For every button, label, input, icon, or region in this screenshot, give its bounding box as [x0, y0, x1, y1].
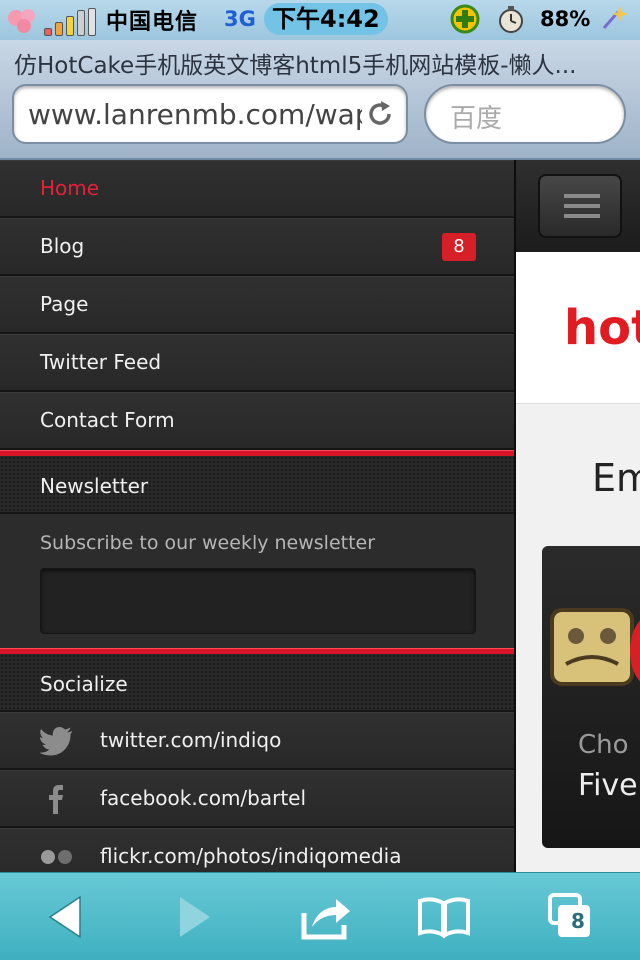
- menu-toggle-button[interactable]: [538, 174, 622, 238]
- app-plus-icon: [450, 4, 480, 34]
- network-type: 3G: [224, 7, 256, 31]
- site-logo[interactable]: hot: [564, 300, 640, 356]
- page-title: 仿HotCake手机版英文博客html5手机网站模板-懒人...: [14, 53, 577, 79]
- nav-item-label: Blog: [40, 234, 85, 258]
- nav-item-twitter-feed[interactable]: Twitter Feed: [0, 334, 514, 392]
- forward-arrow-icon[interactable]: [160, 891, 224, 943]
- browser-toolbar: 8: [0, 872, 640, 960]
- nav-item-blog[interactable]: Blog 8: [0, 218, 514, 276]
- nav-item-label: Contact Form: [40, 408, 175, 432]
- clock: 下午4:42: [264, 3, 388, 35]
- promo-banner[interactable]: Cho Five: [542, 546, 640, 848]
- search-field[interactable]: 百度: [424, 84, 626, 144]
- menu-icon: [564, 194, 600, 198]
- newsletter-description: Subscribe to our weekly newsletter: [40, 532, 376, 554]
- section-title: Socialize: [40, 672, 128, 696]
- tabs-button[interactable]: 8: [540, 891, 604, 943]
- nav-item-home[interactable]: Home: [0, 160, 514, 218]
- social-link-twitter[interactable]: twitter.com/indiqo: [0, 712, 514, 770]
- social-link-flickr[interactable]: flickr.com/photos/indiqomedia: [0, 828, 514, 872]
- social-link-label: flickr.com/photos/indiqomedia: [100, 844, 402, 868]
- promo-line-2: Five: [578, 768, 638, 803]
- address-bar[interactable]: www.lanrenmb.com/wap: [12, 84, 408, 144]
- content-heading: Em: [592, 456, 640, 500]
- nav-item-label: Page: [40, 292, 89, 316]
- content-body: Em Cho Five: [516, 404, 640, 872]
- social-link-facebook[interactable]: facebook.com/bartel: [0, 770, 514, 828]
- content-header: [516, 160, 640, 252]
- carrier-name: 中国电信: [106, 10, 199, 35]
- social-link-label: twitter.com/indiqo: [100, 728, 282, 752]
- promo-line-1: Cho: [578, 730, 629, 760]
- battery-level: 88%: [540, 7, 591, 31]
- url-text[interactable]: www.lanrenmb.com/wap: [28, 98, 362, 131]
- bookmarks-icon[interactable]: [412, 891, 476, 943]
- section-title: Newsletter: [40, 474, 149, 498]
- browser-chrome: 仿HotCake手机版英文博客html5手机网站模板-懒人... www.lan…: [0, 40, 640, 160]
- nav-item-page[interactable]: Page: [0, 276, 514, 334]
- nav-item-label: Home: [40, 176, 100, 200]
- sparkle-icon: [602, 6, 628, 29]
- flower-icon: [8, 9, 35, 33]
- socialize-heading: Socialize: [0, 654, 514, 712]
- signal-strength-icon: [44, 8, 96, 36]
- flickr-icon: [41, 850, 72, 864]
- share-icon[interactable]: [294, 891, 358, 943]
- nav-item-contact-form[interactable]: Contact Form: [0, 392, 514, 450]
- newsletter-email-input[interactable]: [40, 568, 476, 634]
- nav-item-label: Twitter Feed: [40, 350, 162, 374]
- twitter-icon: [40, 727, 72, 756]
- facebook-icon: [49, 785, 63, 814]
- alarm-clock-icon: [499, 6, 523, 33]
- back-arrow-icon[interactable]: [36, 891, 100, 943]
- social-link-label: facebook.com/bartel: [100, 786, 307, 810]
- reload-icon[interactable]: [366, 100, 394, 128]
- search-placeholder: 百度: [450, 104, 503, 134]
- count-badge: 8: [442, 233, 476, 261]
- newsletter-heading: Newsletter: [0, 456, 514, 514]
- tabs-count: 8: [571, 909, 585, 933]
- sidebar-nav: Home Blog 8 Page Twitter Feed Contact Fo…: [0, 160, 514, 872]
- robot-mascot-icon: [550, 608, 634, 686]
- status-bar: 中国电信 3G 下午4:42 88%: [0, 0, 640, 40]
- site-logo-area: hot: [516, 252, 640, 404]
- newsletter-form: Subscribe to our weekly newsletter: [0, 514, 514, 648]
- page-content: hot Em Cho Five: [514, 160, 640, 872]
